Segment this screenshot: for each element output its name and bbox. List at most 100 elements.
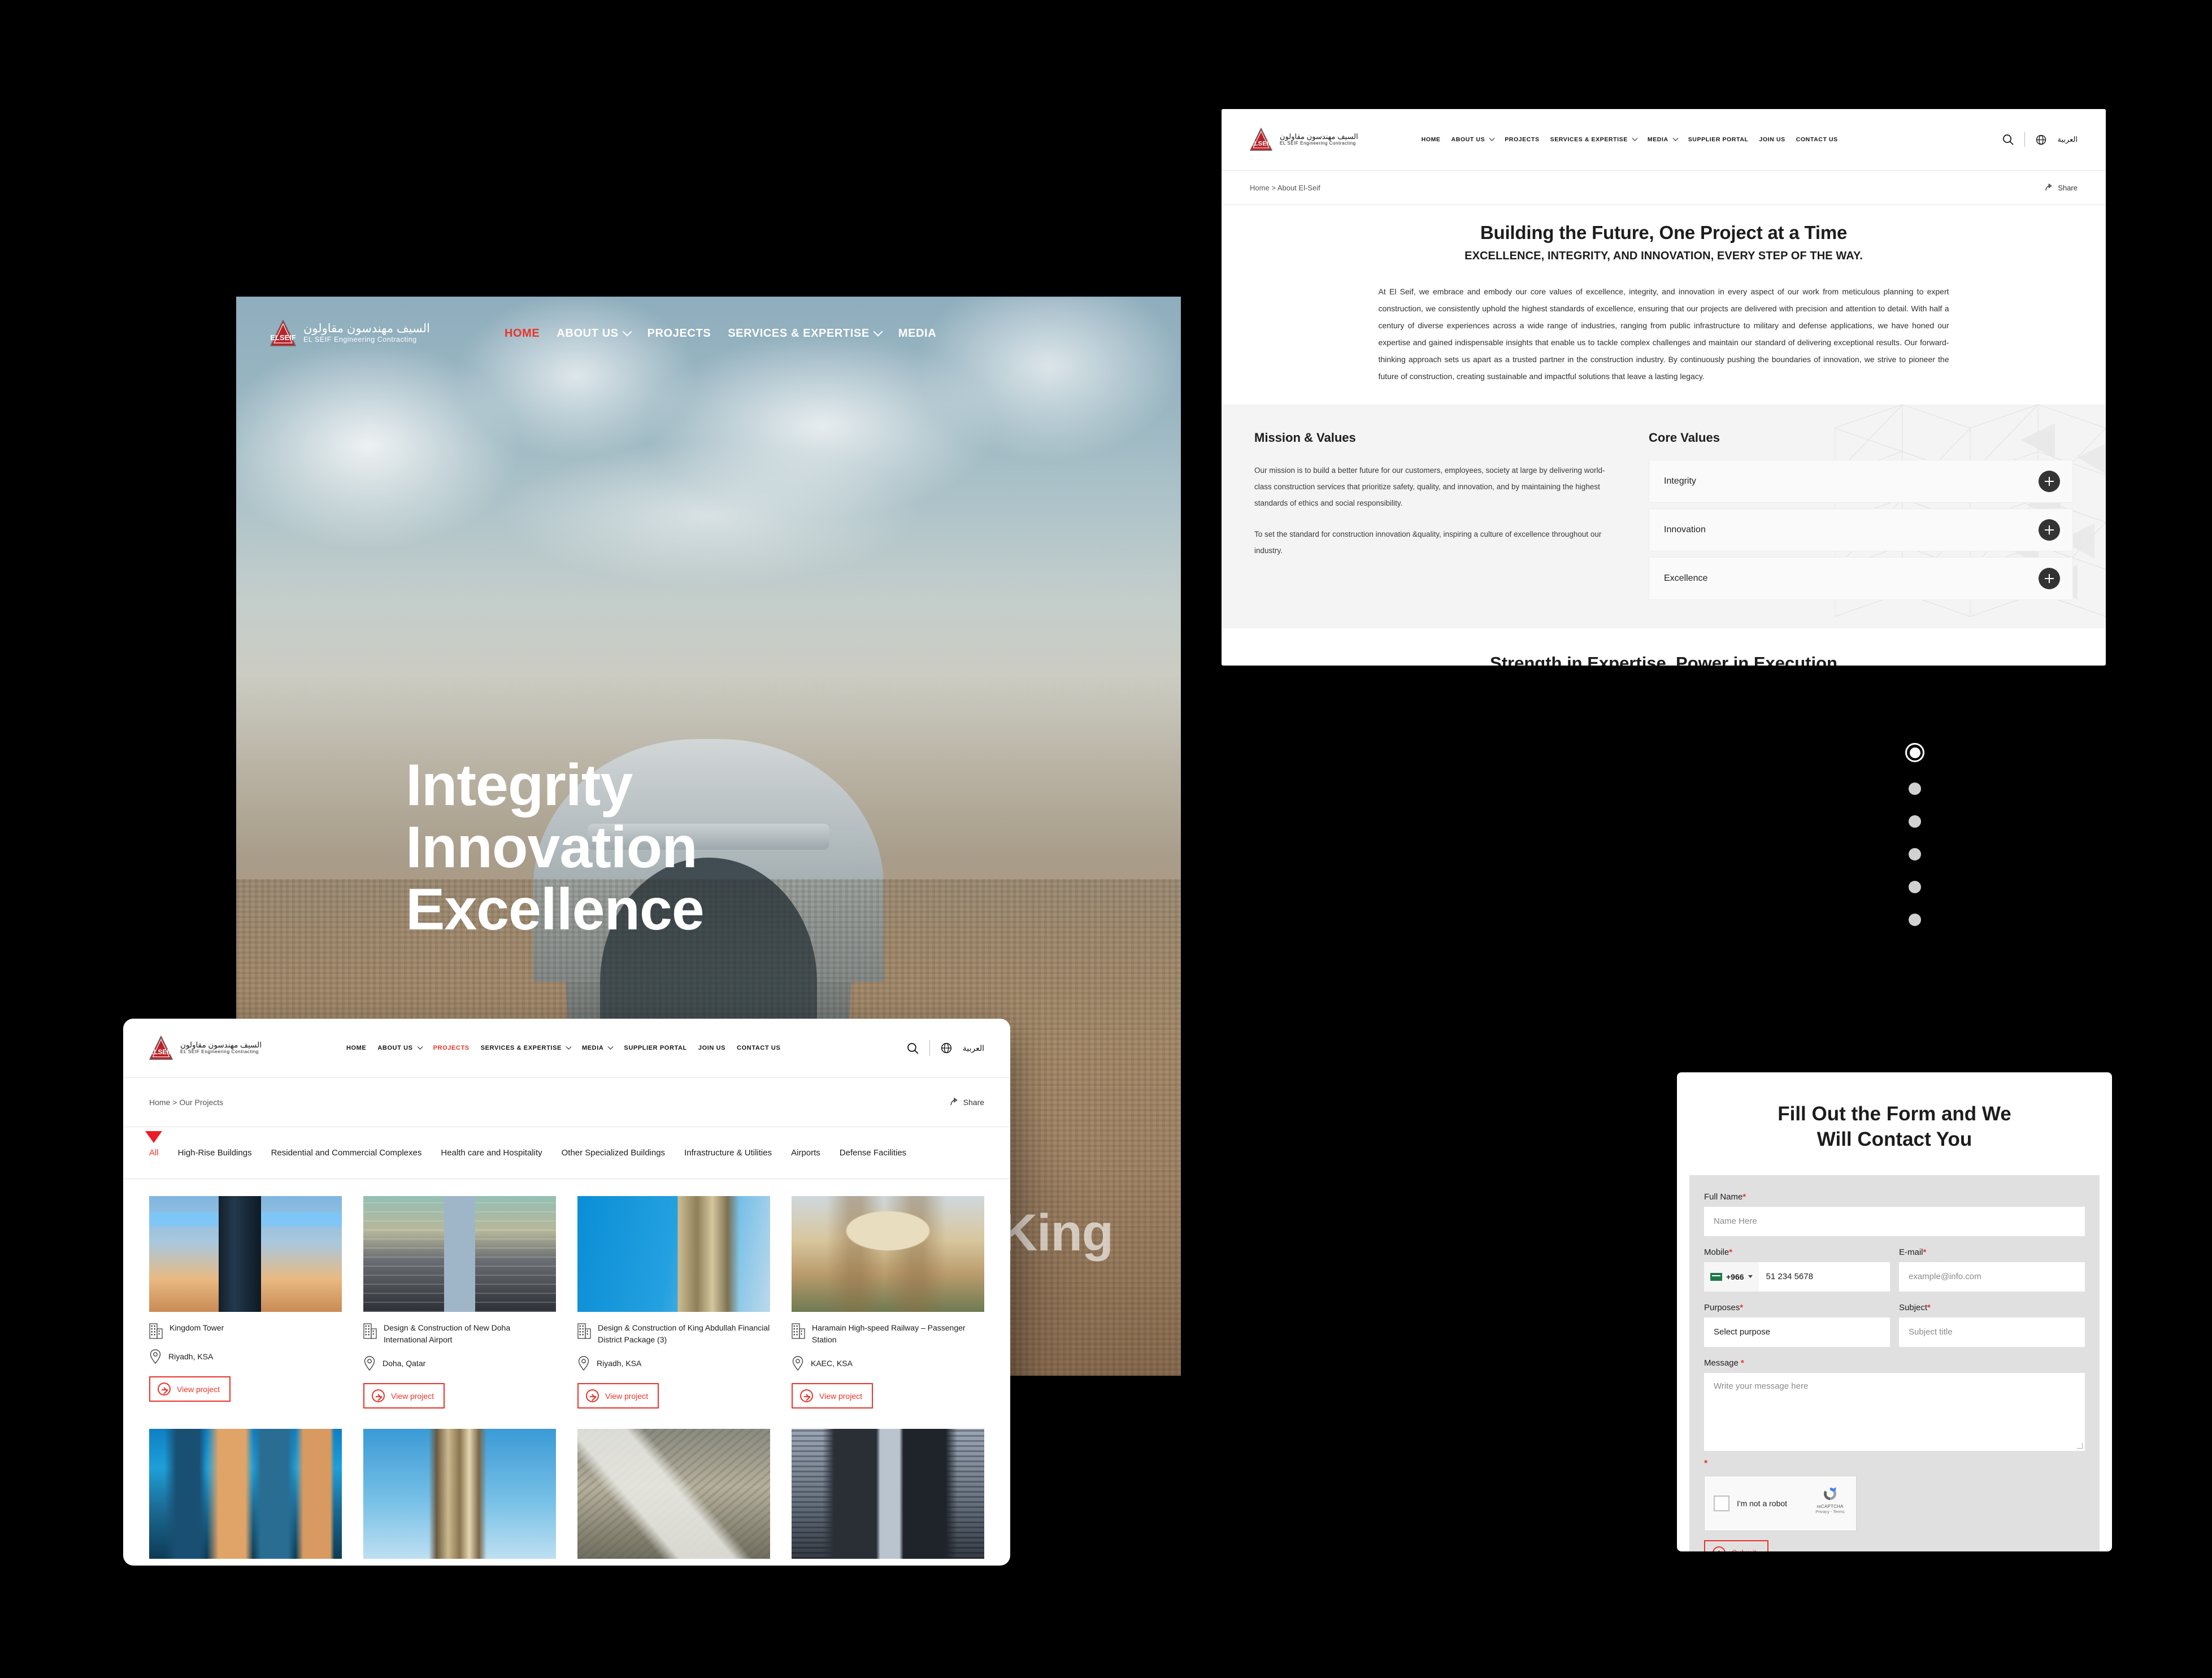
- project-card[interactable]: [577, 1429, 770, 1559]
- nav-item-media[interactable]: MEDIA: [898, 327, 936, 340]
- nav-item-home[interactable]: HOME: [1422, 136, 1441, 143]
- projects-page-window: ELSEIF السيف مهندسون مقاولون EL SEIF Eng…: [123, 1019, 1010, 1566]
- project-thumbnail-glass-tower: [792, 1429, 984, 1559]
- language-toggle[interactable]: العربية: [963, 1044, 984, 1053]
- slider-dot-3[interactable]: [1909, 815, 1921, 828]
- chevron-down-icon: [622, 327, 632, 337]
- nav-item-supplier-portal[interactable]: SUPPLIER PORTAL: [1688, 136, 1749, 143]
- view-project-button[interactable]: View project: [363, 1383, 445, 1409]
- nav-item-projects[interactable]: PROJECTS: [647, 327, 711, 340]
- breadcrumb-home[interactable]: Home: [1250, 184, 1270, 192]
- subject-input[interactable]: Subject title: [1899, 1317, 2085, 1347]
- elseif-logo-icon: ELSEIF: [149, 1035, 173, 1060]
- core-value-label: Integrity: [1664, 476, 1696, 486]
- globe-icon[interactable]: [940, 1042, 953, 1054]
- brand-logo[interactable]: ELSEIF السيف مهندسون مقاولون EL SEIF Eng…: [270, 319, 430, 347]
- view-project-button[interactable]: View project: [792, 1383, 873, 1409]
- recaptcha-links[interactable]: Privacy - Terms: [1813, 1509, 1848, 1514]
- brand-name-english: EL SEIF Engineering Contracting: [303, 335, 417, 344]
- share-button[interactable]: Share: [949, 1098, 984, 1107]
- mission-heading: Mission & Values: [1254, 430, 1356, 445]
- nav-item-services-expertise[interactable]: SERVICES & EXPERTISE: [1550, 135, 1638, 143]
- brand-name-english: EL SEIF Engineering Contracting: [1280, 141, 1356, 146]
- screenshot-stage: ELSEIF السيف مهندسون مقاولون EL SEIF Eng…: [0, 0, 2212, 1678]
- nav-item-contact-us[interactable]: CONTACT US: [1796, 136, 1838, 143]
- search-icon[interactable]: [2002, 133, 2014, 146]
- nav-item-home[interactable]: HOME: [505, 327, 540, 340]
- nav-item-projects[interactable]: PROJECTS: [1505, 136, 1539, 143]
- filter-all[interactable]: All: [149, 1148, 159, 1158]
- purposes-select[interactable]: Select purpose: [1704, 1317, 1890, 1347]
- nav-item-contact-us[interactable]: CONTACT US: [737, 1045, 780, 1051]
- nav-item-supplier-portal[interactable]: SUPPLIER PORTAL: [624, 1045, 686, 1051]
- full-name-input[interactable]: Name Here: [1704, 1206, 2085, 1236]
- filter-airports[interactable]: Airports: [791, 1148, 820, 1158]
- country-code-select[interactable]: +966: [1704, 1262, 1759, 1292]
- nav-item-services-expertise[interactable]: SERVICES & EXPERTISE: [481, 1044, 572, 1051]
- project-card[interactable]: Design & Construction of New Doha Intern…: [363, 1196, 556, 1409]
- filter-residential-commercial-complexes[interactable]: Residential and Commercial Complexes: [271, 1148, 422, 1158]
- core-value-row-excellence[interactable]: Excellence: [1649, 557, 2073, 600]
- submit-button[interactable]: Submit: [1704, 1540, 1768, 1551]
- filter-health-care-hospitality[interactable]: Health care and Hospitality: [441, 1148, 542, 1158]
- nav-item-home[interactable]: HOME: [346, 1045, 366, 1051]
- view-project-button[interactable]: View project: [577, 1383, 659, 1409]
- about-content: Building the Future, One Project at a Ti…: [1222, 205, 2106, 666]
- breadcrumb-current: Our Projects: [179, 1098, 224, 1107]
- plus-icon[interactable]: [2039, 567, 2060, 589]
- view-project-button[interactable]: View project: [149, 1376, 231, 1402]
- recaptcha-checkbox[interactable]: [1714, 1495, 1729, 1511]
- message-textarea[interactable]: Write your message here: [1704, 1372, 2085, 1451]
- email-input[interactable]: example@info.com: [1899, 1262, 2085, 1292]
- filter-infrastructure-utilities[interactable]: Infrastructure & Utilities: [684, 1148, 772, 1158]
- nav-item-about-us[interactable]: ABOUT US: [557, 327, 632, 340]
- slider-dot-1[interactable]: [1905, 743, 1924, 762]
- project-card[interactable]: [149, 1429, 342, 1559]
- project-card[interactable]: Kingdom Tower Riyadh, KSA View project: [149, 1196, 342, 1409]
- core-value-row-integrity[interactable]: Integrity: [1649, 459, 2073, 503]
- nav-item-media[interactable]: MEDIA: [582, 1044, 614, 1051]
- project-card[interactable]: Haramain High-speed Railway – Passenger …: [792, 1196, 984, 1409]
- recaptcha-widget[interactable]: I'm not a robot reCAPTCHA Privacy - Term…: [1704, 1475, 1857, 1531]
- nav-item-about-us[interactable]: ABOUT US: [1452, 135, 1495, 143]
- location-pin-icon: [792, 1356, 803, 1371]
- project-card[interactable]: [363, 1429, 556, 1559]
- subject-label: Subject*: [1899, 1302, 1931, 1312]
- mobile-input[interactable]: +966 51 234 5678: [1704, 1262, 1890, 1292]
- slider-dot-6[interactable]: [1909, 914, 1921, 926]
- brand-logo[interactable]: ELSEIF السيف مهندسون مقاولون EL SEIF Eng…: [1249, 127, 1358, 151]
- breadcrumb-home[interactable]: Home: [149, 1098, 170, 1107]
- nav-item-media[interactable]: MEDIA: [1648, 135, 1679, 143]
- core-value-row-innovation[interactable]: Innovation: [1649, 508, 2073, 551]
- plus-icon[interactable]: [2039, 519, 2060, 541]
- slider-dot-4[interactable]: [1909, 848, 1921, 860]
- building-icon: [577, 1323, 591, 1339]
- contact-title-line-2: Will Contact You: [1816, 1128, 1972, 1150]
- project-title-row: Design & Construction of King Abdullah F…: [577, 1322, 770, 1346]
- filter-high-rise-buildings[interactable]: High-Rise Buildings: [178, 1148, 252, 1158]
- core-values-block: Core Values Integrity Innovation Excelle…: [1649, 431, 2073, 606]
- nav-item-join-us[interactable]: JOIN US: [1759, 136, 1785, 143]
- project-thumbnail-spire-tower: [363, 1429, 556, 1559]
- slider-dot-5[interactable]: [1909, 881, 1921, 893]
- brand-logo[interactable]: ELSEIF السيف مهندسون مقاولون EL SEIF Eng…: [149, 1035, 262, 1060]
- filter-other-specialized-buildings[interactable]: Other Specialized Buildings: [562, 1148, 665, 1158]
- about-hero-block: Building the Future, One Project at a Ti…: [1222, 205, 2106, 268]
- slider-dot-2[interactable]: [1909, 783, 1921, 795]
- project-card[interactable]: [792, 1429, 984, 1559]
- share-icon: [2045, 183, 2053, 190]
- mobile-number-value[interactable]: 51 234 5678: [1759, 1262, 1890, 1292]
- nav-item-join-us[interactable]: JOIN US: [698, 1045, 725, 1051]
- nav-item-projects[interactable]: PROJECTS: [433, 1045, 470, 1051]
- search-icon[interactable]: [906, 1042, 919, 1055]
- nav-item-services-expertise[interactable]: SERVICES & EXPERTISE: [728, 327, 883, 340]
- filter-defense-facilities[interactable]: Defense Facilities: [840, 1148, 906, 1158]
- project-card[interactable]: Design & Construction of King Abdullah F…: [577, 1196, 770, 1409]
- globe-icon[interactable]: [2035, 134, 2047, 146]
- nav-item-about-us[interactable]: ABOUT US: [377, 1044, 423, 1051]
- share-button[interactable]: Share: [2044, 183, 2078, 192]
- language-toggle[interactable]: العربية: [2057, 135, 2078, 144]
- home-nav-links: HOME ABOUT US PROJECTS SERVICES & EXPERT…: [505, 327, 936, 340]
- strengths-section: Strength in Expertise. Power in Executio…: [1222, 628, 2106, 666]
- plus-icon[interactable]: [2039, 470, 2060, 492]
